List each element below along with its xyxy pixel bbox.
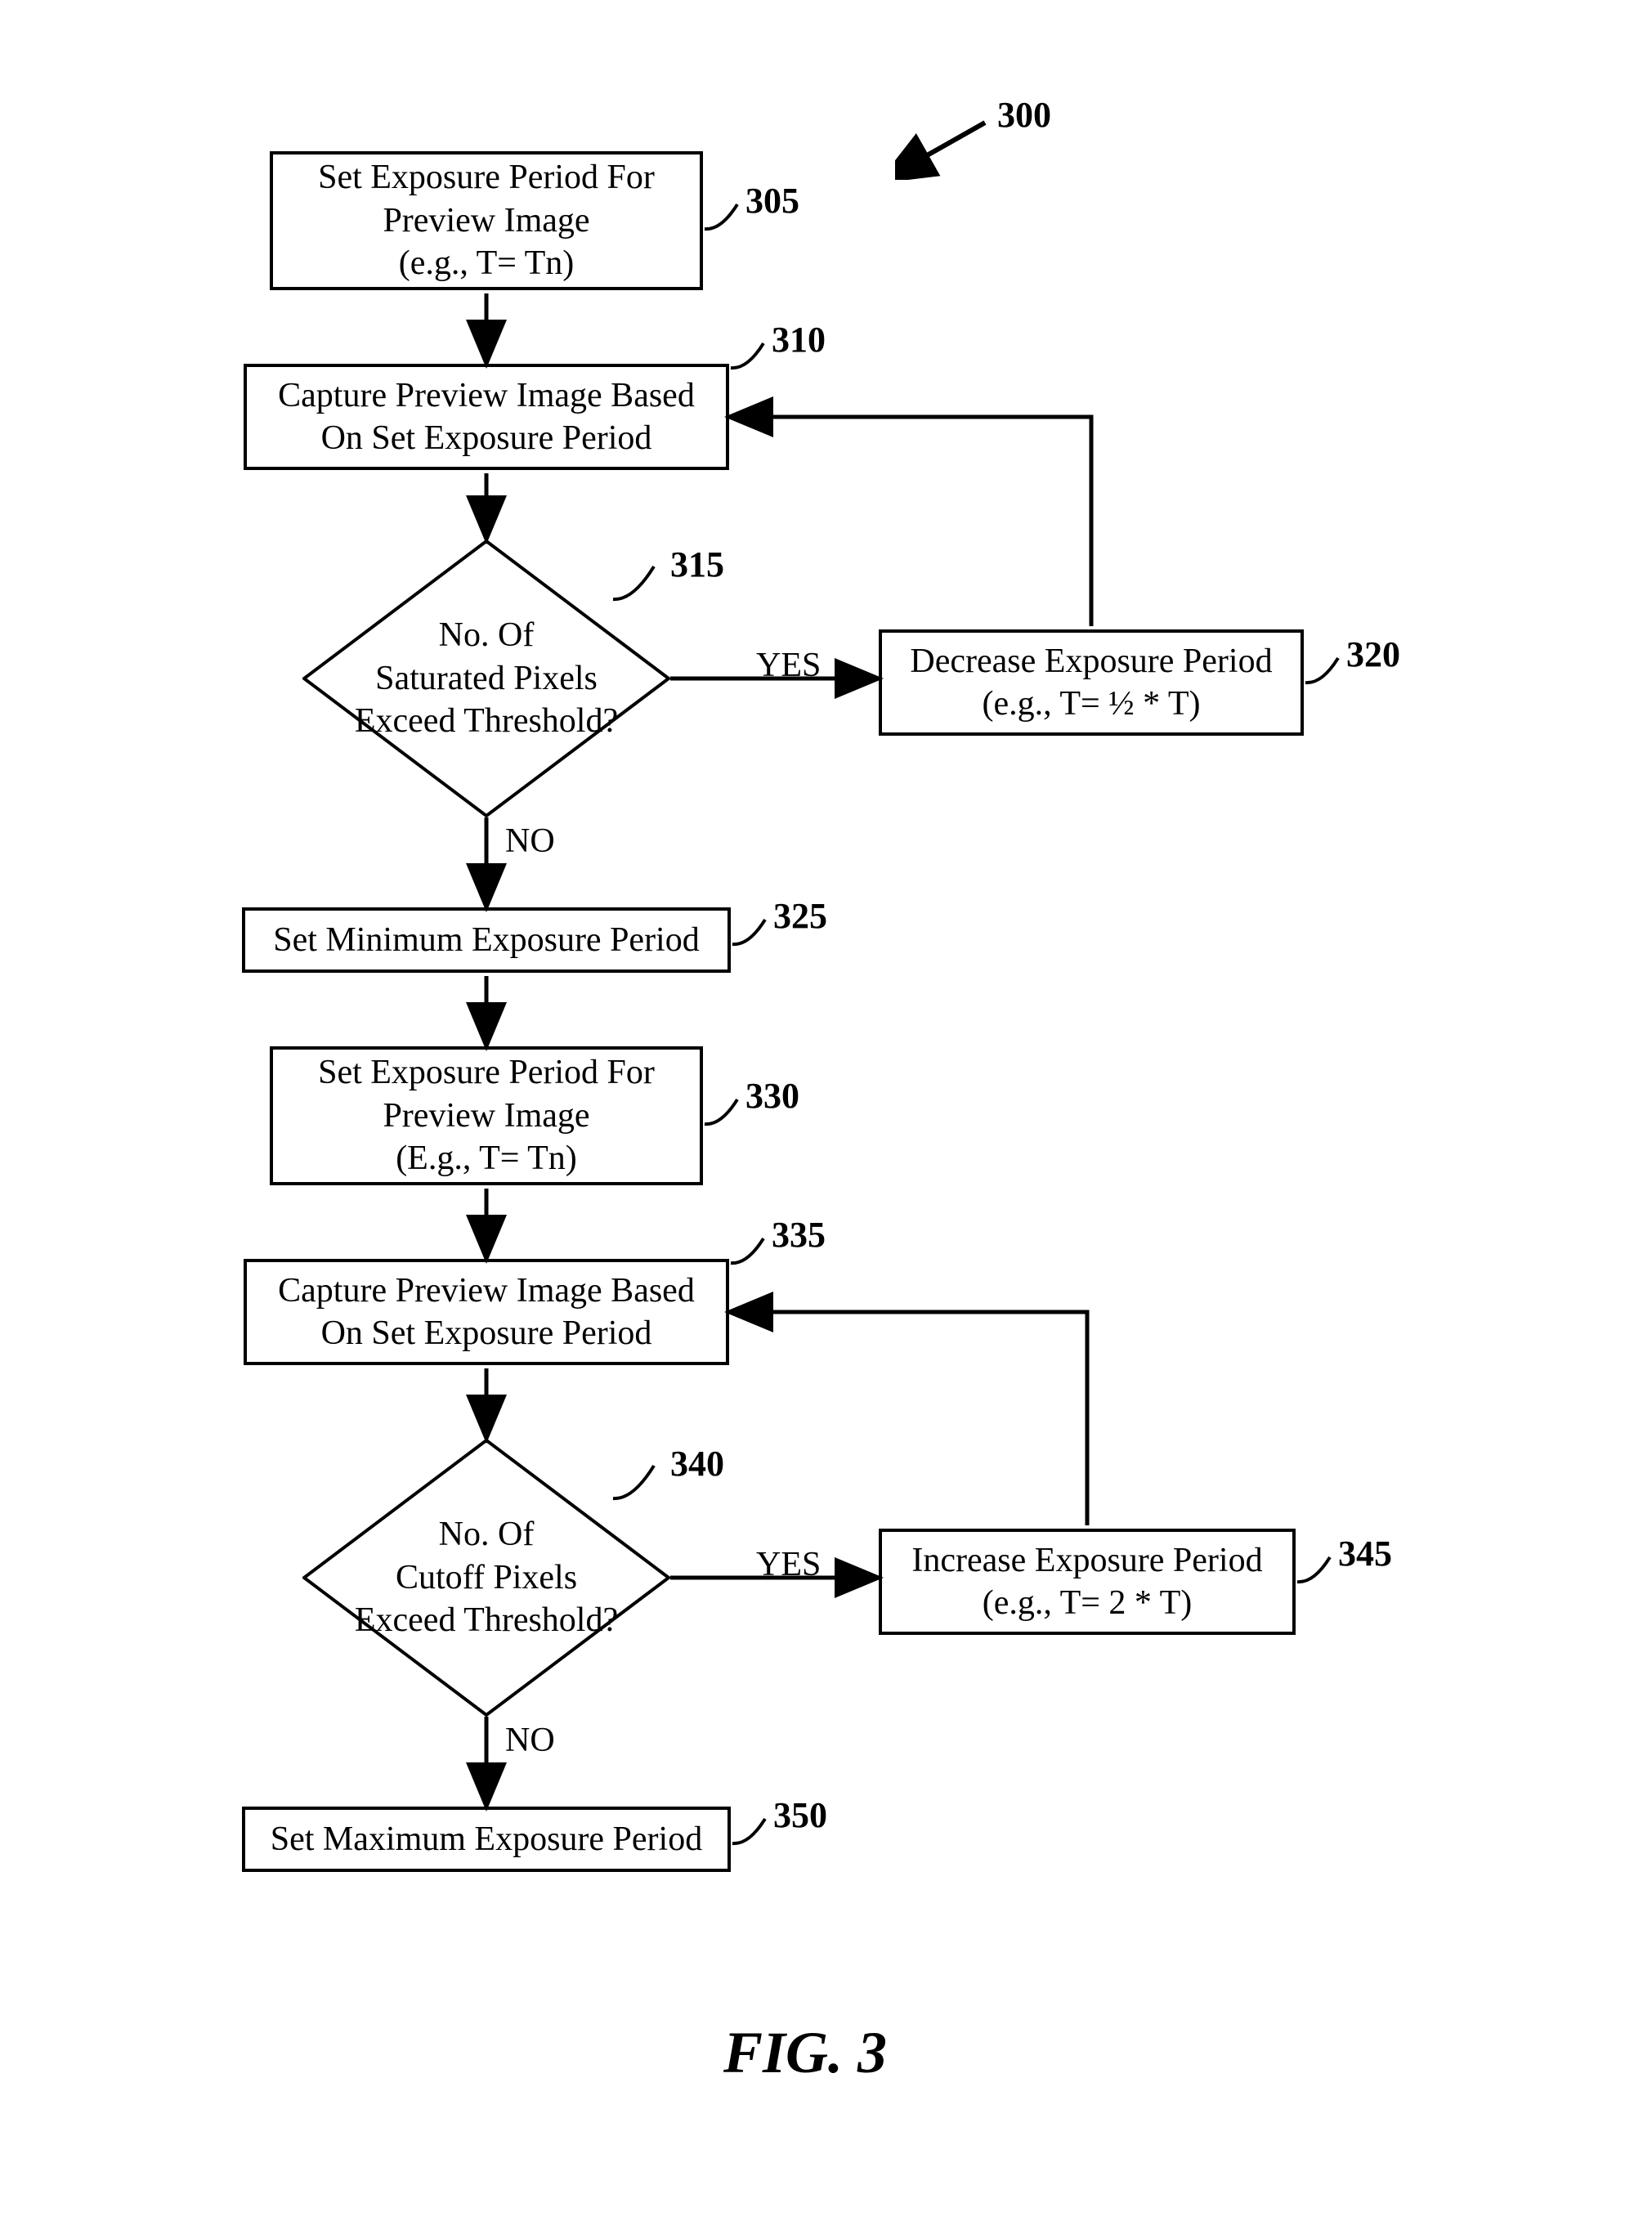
node-335-l1: Capture Preview Image Based (278, 1269, 695, 1313)
node-335: Capture Preview Image Based On Set Expos… (244, 1259, 729, 1365)
ref-315: 315 (670, 544, 724, 585)
node-320-l2: (e.g., T= ½ * T) (982, 683, 1200, 726)
label-340-no: NO (505, 1721, 555, 1760)
node-305-l3: (e.g., T= Tn) (399, 242, 575, 285)
node-330-l2: Preview Image (383, 1095, 589, 1138)
node-310-l2: On Set Exposure Period (321, 417, 652, 460)
node-335-l2: On Set Exposure Period (321, 1312, 652, 1355)
ref-320: 320 (1346, 634, 1400, 675)
node-340-l2: Cutoff Pixels (396, 1556, 577, 1600)
node-330-l3: (E.g., T= Tn) (396, 1137, 577, 1180)
node-345-l2: (e.g., T= 2 * T) (983, 1582, 1193, 1625)
node-350: Set Maximum Exposure Period (242, 1807, 731, 1872)
node-320-l1: Decrease Exposure Period (910, 640, 1272, 683)
node-315-l1: No. Of (439, 614, 535, 657)
node-325-l1: Set Minimum Exposure Period (273, 919, 699, 962)
leader-315 (613, 560, 670, 609)
ref-330: 330 (745, 1075, 799, 1117)
node-320: Decrease Exposure Period (e.g., T= ½ * T… (879, 629, 1304, 736)
ref-345: 345 (1338, 1533, 1392, 1574)
node-315-l2: Saturated Pixels (375, 657, 598, 701)
ref-310: 310 (772, 319, 826, 360)
ref-335: 335 (772, 1214, 826, 1256)
ref-325: 325 (773, 895, 827, 937)
label-315-no: NO (505, 822, 555, 861)
node-310: Capture Preview Image Based On Set Expos… (244, 364, 729, 470)
connectors (0, 0, 1652, 2221)
leader-340 (613, 1459, 670, 1508)
ref-305: 305 (745, 180, 799, 222)
label-315-yes: YES (756, 646, 821, 685)
ref-340: 340 (670, 1443, 724, 1484)
flowchart-canvas: 300 Set Exposure Period For Preview Imag… (0, 0, 1652, 2221)
node-345: Increase Exposure Period (e.g., T= 2 * T… (879, 1529, 1296, 1635)
node-340-l3: Exceed Threshold? (355, 1599, 618, 1642)
ref-350: 350 (773, 1794, 827, 1836)
node-305-l1: Set Exposure Period For (318, 156, 655, 199)
node-345-l1: Increase Exposure Period (911, 1539, 1262, 1583)
ref-300: 300 (997, 94, 1051, 136)
node-330: Set Exposure Period For Preview Image (E… (270, 1046, 703, 1185)
node-310-l1: Capture Preview Image Based (278, 374, 695, 418)
node-350-l1: Set Maximum Exposure Period (271, 1818, 702, 1861)
label-340-yes: YES (756, 1545, 821, 1584)
node-315-l3: Exceed Threshold? (355, 700, 618, 743)
node-330-l1: Set Exposure Period For (318, 1051, 655, 1095)
node-325: Set Minimum Exposure Period (242, 907, 731, 973)
figure-caption: FIG. 3 (723, 2019, 887, 2087)
node-305: Set Exposure Period For Preview Image (e… (270, 151, 703, 290)
node-305-l2: Preview Image (383, 199, 589, 243)
node-340-l1: No. Of (439, 1513, 535, 1556)
ref-300-arrow (895, 114, 993, 180)
